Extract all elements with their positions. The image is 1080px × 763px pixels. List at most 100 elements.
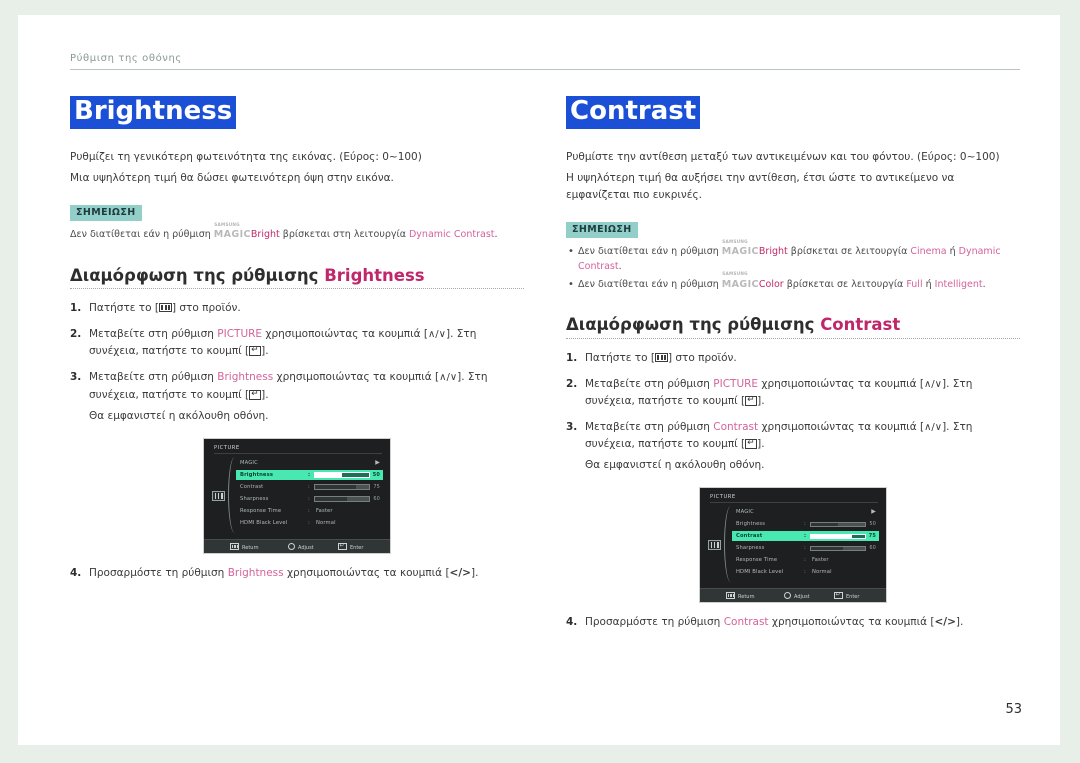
step-text: Μεταβείτε στη ρύθμιση xyxy=(89,371,218,384)
step-number: 4. xyxy=(70,566,82,579)
step-text: Μεταβείτε στη ρύθμιση xyxy=(585,420,714,433)
magic-suffix-text: Bright xyxy=(758,246,788,258)
osd-row-response-time[interactable]: Response Time : Faster xyxy=(240,505,384,517)
osd-row-hdmi-black-level[interactable]: HDMI Black Level : Normal xyxy=(240,517,384,529)
up-down-arrows-icon: ∧/∨ xyxy=(427,329,446,341)
osd-value-bar[interactable] xyxy=(810,533,866,540)
osd-picture-icon xyxy=(708,540,721,551)
subheading-plain: Διαμόρφωση της ρύθμισης xyxy=(70,265,325,285)
osd-row-sharpness[interactable]: Sharpness : 60 xyxy=(240,493,384,505)
osd-colon: : xyxy=(308,483,310,490)
subheading-accent: Contrast xyxy=(820,315,901,335)
steps-list-contrast-final: 4. Προσαρμόστε τη ρύθμιση Contrast χρησιμ… xyxy=(566,614,1020,631)
enter-icon xyxy=(338,542,347,550)
osd-row-hdmi-black-level[interactable]: HDMI Black Level : Normal xyxy=(736,566,880,578)
osd-footer-enter[interactable]: Enter xyxy=(338,542,363,551)
osd-picture-icon xyxy=(212,490,225,501)
osd-footer-adjust[interactable]: Adjust xyxy=(288,542,314,551)
osd-footer-return[interactable]: Return xyxy=(726,592,755,600)
osd-footer-enter[interactable]: Enter xyxy=(834,592,859,600)
step-accent: Brightness xyxy=(227,566,284,579)
step-text: χρησιμοποιώντας τα κουμπιά [ xyxy=(768,616,935,629)
osd-row-contrast[interactable]: Contrast : 75 xyxy=(240,481,384,493)
osd-value-number: 75 xyxy=(868,533,876,540)
osd-title: PICTURE xyxy=(214,445,382,454)
adjust-icon xyxy=(784,592,791,600)
enter-key-icon xyxy=(249,346,262,357)
magic-suffix-text: Color xyxy=(758,278,784,290)
osd-colon: : xyxy=(308,519,310,526)
osd-row-label: MAGIC xyxy=(736,509,754,516)
step-text: Μεταβείτε στη ρύθμιση xyxy=(89,328,218,341)
osd-row-label: HDMI Black Level xyxy=(240,519,288,526)
magic-logo-text: MAGIC xyxy=(721,278,759,290)
note-accent: Cinema xyxy=(910,246,947,258)
step-text: χρησιμοποιώντας τα κουμπιά [ xyxy=(283,566,450,579)
osd-curve-divider xyxy=(228,456,239,533)
left-column: Brightness Ρυθμίζει τη γενικότερη φωτειν… xyxy=(70,96,524,640)
section-title-brightness: Brightness xyxy=(70,96,237,130)
step-item: 2. Μεταβείτε στη ρύθμιση PICTURE χρησιμοπ… xyxy=(566,376,1020,410)
osd-row-magic[interactable]: MAGIC ▶ xyxy=(736,506,880,518)
osd-row-sharpness[interactable]: Sharpness : 60 xyxy=(736,542,880,554)
step-item: 3. Μεταβείτε στη ρύθμιση Brightness χρησι… xyxy=(70,369,524,424)
note-text: Δεν διατίθεται εάν η ρύθμιση xyxy=(578,246,722,258)
osd-footer-adjust[interactable]: Adjust xyxy=(784,592,810,600)
magicbright-logo: SAMSUNG MAGICBright xyxy=(722,239,788,260)
steps-list-contrast: 1. Πατήστε το [] στο προϊόν. 2. Μεταβείτε … xyxy=(566,350,1020,474)
osd-row-magic[interactable]: MAGIC ▶ xyxy=(240,457,384,469)
left-right-arrows-icon: </> xyxy=(934,616,956,629)
osd-value-bar[interactable] xyxy=(810,545,866,552)
step-accent: Contrast xyxy=(713,420,759,433)
osd-screenshot-brightness: PICTURE MAGIC ▶ Brightness : 50 Contrast… xyxy=(204,438,390,553)
samsung-logo-text: SAMSUNG xyxy=(722,238,748,244)
step-text: ] στο προϊόν. xyxy=(667,351,737,364)
step-text: χρησιμοποιώντας τα κουμπιά [ xyxy=(758,377,924,390)
osd-screenshot-contrast-wrapper: PICTURE MAGIC ▶ Brightness : 50 Contrast… xyxy=(566,488,1020,603)
osd-footer-label: Return xyxy=(738,594,755,601)
note-text: . xyxy=(494,229,498,241)
step-text: χρησιμοποιώντας τα κουμπιά [ xyxy=(758,420,925,433)
osd-value-bar[interactable] xyxy=(314,484,370,490)
step-text: Πατήστε το [ xyxy=(89,302,159,315)
note-text: Δεν διατίθεται εάν η ρύθμιση xyxy=(578,278,722,290)
osd-value-number: 60 xyxy=(373,495,380,502)
osd-footer-label: Adjust xyxy=(794,594,810,601)
adjust-icon xyxy=(288,542,295,550)
magic-logo-text: MAGIC xyxy=(213,229,251,241)
step-number: 1. xyxy=(566,351,578,364)
osd-footer-bar: Return Adjust Enter xyxy=(700,588,886,603)
osd-row-brightness[interactable]: Brightness : 50 xyxy=(236,469,384,481)
osd-row-label: Contrast xyxy=(736,533,763,540)
osd-row-contrast[interactable]: Contrast : 75 xyxy=(732,530,880,542)
osd-row-response-time[interactable]: Response Time : Faster xyxy=(736,554,880,566)
osd-row-brightness[interactable]: Brightness : 50 xyxy=(736,518,880,530)
step-text: Προσαρμόστε τη ρύθμιση xyxy=(585,616,724,629)
step-text: ] στο προϊόν. xyxy=(171,302,241,315)
osd-value-bar[interactable] xyxy=(314,472,370,478)
enter-key-icon xyxy=(745,439,758,450)
up-down-arrows-icon: ∧/∨ xyxy=(439,372,458,384)
step-text: ]. xyxy=(757,438,765,451)
subheading-accent: Brightness xyxy=(324,265,425,285)
osd-colon: : xyxy=(804,533,807,540)
menu-icon xyxy=(230,542,239,550)
enter-icon xyxy=(834,592,843,600)
enter-key-icon xyxy=(249,389,262,400)
osd-value-bar[interactable] xyxy=(810,521,866,528)
osd-footer-return[interactable]: Return xyxy=(230,542,259,551)
osd-rows: MAGIC ▶ Brightness : 50 Contrast: 75 Sh… xyxy=(732,506,880,578)
note-accent: Dynamic Contrast xyxy=(408,229,495,241)
magicbright-logo: SAMSUNG MAGICBright xyxy=(213,222,280,243)
osd-footer-bar: Return Adjust Enter xyxy=(204,538,390,553)
note-text: . xyxy=(618,260,622,272)
step-text: ]. xyxy=(757,394,765,407)
note-text: βρίσκεται στη λειτουργία xyxy=(279,229,409,241)
osd-colon: : xyxy=(308,471,311,478)
subheading-divider xyxy=(70,288,524,290)
osd-screenshot-contrast: PICTURE MAGIC ▶ Brightness : 50 Contrast… xyxy=(700,488,886,603)
osd-footer-label: Adjust xyxy=(298,544,314,551)
osd-value-bar[interactable] xyxy=(314,496,370,502)
section-title-contrast: Contrast xyxy=(566,96,701,130)
note-accent: Intelligent xyxy=(934,278,983,290)
